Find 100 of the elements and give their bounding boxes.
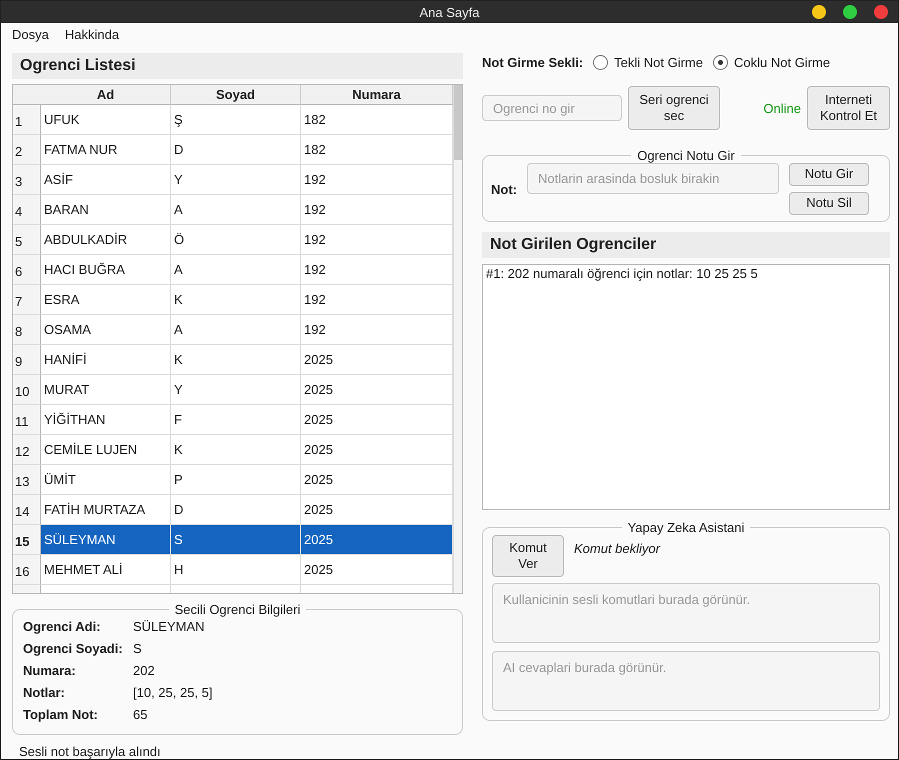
table-cell: FATMA NUR bbox=[41, 135, 171, 165]
radio-option[interactable]: Coklu Not Girme bbox=[713, 55, 830, 70]
table-cell: S bbox=[171, 525, 301, 555]
table-cell: D bbox=[171, 495, 301, 525]
table-cell: K bbox=[171, 435, 301, 465]
table-cell: UFUK bbox=[41, 105, 171, 135]
table-cell: 2025 bbox=[301, 435, 453, 465]
table-cell: 182 bbox=[301, 105, 453, 135]
series-button[interactable]: Seri ogrenci sec bbox=[628, 86, 720, 130]
response-box[interactable]: AI cevaplari burada görünür. bbox=[492, 651, 880, 711]
table-cell: D bbox=[171, 135, 301, 165]
table-cell: Ş bbox=[171, 105, 301, 135]
table-cell: OSAMA bbox=[41, 315, 171, 345]
table-cell: 2025 bbox=[301, 525, 453, 555]
table-cell: ÜMİT bbox=[41, 465, 171, 495]
menu-item[interactable]: Hakkinda bbox=[64, 26, 120, 42]
table-cell: FATİH MURTAZA bbox=[41, 495, 171, 525]
column-header[interactable]: Ad bbox=[41, 85, 171, 105]
field-value: 65 bbox=[133, 707, 148, 722]
table-cell: H bbox=[171, 555, 301, 585]
row-number[interactable]: 2 bbox=[13, 135, 41, 165]
field-label: Notlar: bbox=[23, 685, 66, 700]
section-heading: Ogrenci Listesi bbox=[12, 53, 463, 79]
minimize-button[interactable] bbox=[812, 5, 826, 19]
column-header[interactable]: Soyad bbox=[171, 85, 301, 105]
table-cell: A bbox=[171, 195, 301, 225]
row-number[interactable]: 6 bbox=[13, 255, 41, 285]
table-cell: 2025 bbox=[301, 495, 453, 525]
table-cell: 192 bbox=[301, 285, 453, 315]
field-value: [10, 25, 25, 5] bbox=[133, 685, 214, 700]
table-cell: 2025 bbox=[301, 555, 453, 585]
row-number[interactable]: 14 bbox=[13, 495, 41, 525]
row-number[interactable]: 5 bbox=[13, 225, 41, 255]
table-cell: 192 bbox=[301, 195, 453, 225]
table-cell: ESRA bbox=[41, 285, 171, 315]
table-cell: CEMİLE LUJEN bbox=[41, 435, 171, 465]
row-number[interactable]: 11 bbox=[13, 405, 41, 435]
table-cell: MEHMET ALİ bbox=[41, 555, 171, 585]
command-box[interactable]: Kullanicinin sesli komutlari burada görünür. bbox=[492, 583, 880, 643]
row-number[interactable]: 15 bbox=[13, 525, 41, 555]
section-heading: Not Girilen Ogrenciler bbox=[482, 232, 890, 258]
table-cell: A bbox=[171, 255, 301, 285]
row-number[interactable]: 10 bbox=[13, 375, 41, 405]
row-number[interactable]: 8 bbox=[13, 315, 41, 345]
maximize-button[interactable] bbox=[843, 5, 857, 19]
column-header[interactable]: Numara bbox=[301, 85, 453, 105]
scrollbar[interactable] bbox=[453, 85, 462, 593]
row-number[interactable]: 12 bbox=[13, 435, 41, 465]
table-cell: 192 bbox=[301, 255, 453, 285]
check-internet-button[interactable]: Interneti Kontrol Et bbox=[807, 86, 890, 130]
table-cell: Y bbox=[171, 165, 301, 195]
panel-title: Secili Ogrenci Bilgileri bbox=[174, 602, 302, 617]
row-number[interactable]: 16 bbox=[13, 555, 41, 585]
table-cell: A bbox=[171, 315, 301, 345]
student-number-field[interactable]: Ogrenci no gir bbox=[482, 95, 622, 121]
log-entry: #1: 202 numaralı öğrenci için notlar: 10 25 25 5 bbox=[486, 266, 759, 281]
menu-item[interactable]: Dosya bbox=[12, 26, 49, 42]
window-title: Ana Sayfa bbox=[420, 4, 480, 20]
table-cell: HACI BUĞRA bbox=[41, 255, 171, 285]
grade-button[interactable]: Notu Gir bbox=[789, 163, 869, 186]
field-value: S bbox=[133, 641, 143, 656]
field-label: Not Girme Sekli: bbox=[482, 55, 584, 70]
grade-field[interactable]: Notlarin arasinda bosluk birakin bbox=[527, 163, 779, 194]
table-cell: 192 bbox=[301, 315, 453, 345]
table-cell: 2025 bbox=[301, 375, 453, 405]
table-cell: HANİFİ bbox=[41, 345, 171, 375]
field-label: Not: bbox=[491, 182, 517, 196]
table-cell: YİĞİTHAN bbox=[41, 405, 171, 435]
field-label: Numara: bbox=[23, 663, 77, 678]
grade-button[interactable]: Notu Sil bbox=[789, 192, 869, 215]
table-cell: BARAN bbox=[41, 195, 171, 225]
table-cell: 2025 bbox=[301, 405, 453, 435]
row-number[interactable]: 7 bbox=[13, 285, 41, 315]
connection-status: Online bbox=[763, 100, 801, 116]
table-cell: MURAT bbox=[41, 375, 171, 405]
table-cell: 192 bbox=[301, 165, 453, 195]
row-number[interactable]: 4 bbox=[13, 195, 41, 225]
row-number[interactable]: 1 bbox=[13, 105, 41, 135]
table-cell: Ö bbox=[171, 225, 301, 255]
table-cell: 2025 bbox=[301, 345, 453, 375]
radio-option[interactable]: Tekli Not Girme bbox=[593, 55, 703, 70]
table-cell: K bbox=[171, 345, 301, 375]
command-button[interactable]: Komut Ver bbox=[492, 535, 564, 577]
panel-title: Ogrenci Notu Gir bbox=[636, 148, 736, 163]
table-cell: 182 bbox=[301, 135, 453, 165]
table-cell: P bbox=[171, 465, 301, 495]
field-label: Toplam Not: bbox=[23, 707, 99, 722]
field-value: 202 bbox=[133, 663, 156, 678]
table-cell: ASİF bbox=[41, 165, 171, 195]
table-cell: 192 bbox=[301, 225, 453, 255]
row-number[interactable]: 13 bbox=[13, 465, 41, 495]
close-button[interactable] bbox=[874, 5, 888, 19]
table-cell: ABDULKADİR bbox=[41, 225, 171, 255]
field-value: SÜLEYMAN bbox=[133, 619, 206, 634]
table-cell: F bbox=[171, 405, 301, 435]
status-text: Sesli not başarıyla alındı bbox=[18, 743, 162, 759]
table-cell: K bbox=[171, 285, 301, 315]
row-number[interactable]: 3 bbox=[13, 165, 41, 195]
table-cell: Y bbox=[171, 375, 301, 405]
row-number[interactable]: 9 bbox=[13, 345, 41, 375]
